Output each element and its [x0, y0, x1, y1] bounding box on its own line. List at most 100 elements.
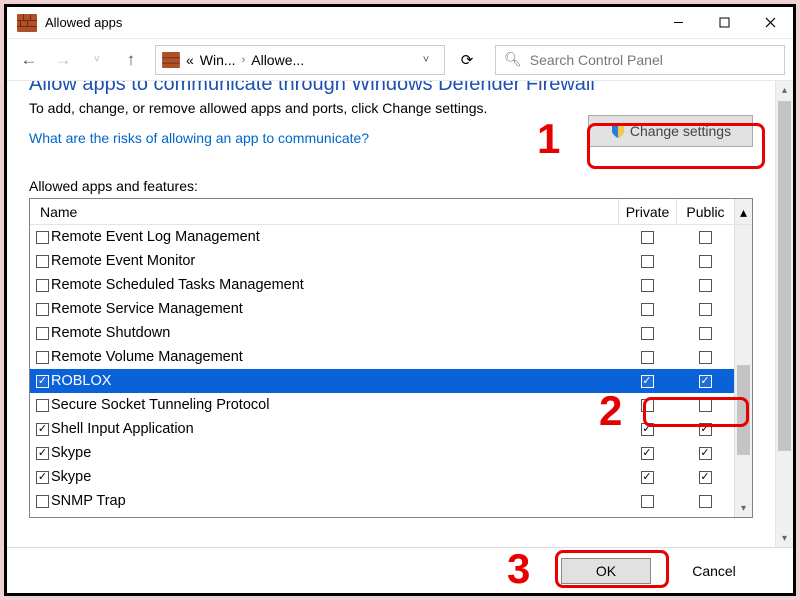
checkbox[interactable]: ✓ [36, 471, 49, 484]
table-row[interactable]: Remote Scheduled Tasks Management [30, 273, 752, 297]
checkbox[interactable] [641, 495, 654, 508]
table-row[interactable]: ✓ROBLOX✓✓ [30, 369, 752, 393]
ok-button[interactable]: OK [561, 558, 651, 584]
content-area: ▴ ▾ Allow apps to communicate through Wi… [7, 81, 793, 547]
list-scroll-down[interactable]: ▾ [735, 499, 752, 517]
minimize-button[interactable] [655, 8, 701, 38]
address-bar[interactable]: « Win... › Allowe... ˅ [155, 45, 445, 75]
checkbox[interactable]: ✓ [641, 423, 654, 436]
list-label: Allowed apps and features: [29, 178, 753, 194]
apps-listbox: Name Private Public ▴ Remote Event Log M… [29, 198, 753, 518]
checkbox[interactable]: ✓ [36, 447, 49, 460]
shield-icon [610, 123, 626, 139]
change-settings-button[interactable]: Change settings [588, 115, 753, 147]
table-row[interactable]: Remote Shutdown [30, 321, 752, 345]
app-name: Skype [51, 469, 91, 485]
checkbox[interactable]: ✓ [36, 375, 49, 388]
checkbox[interactable]: ✓ [699, 447, 712, 460]
checkbox[interactable] [641, 303, 654, 316]
up-button[interactable]: ↑ [117, 46, 145, 74]
checkbox[interactable] [699, 495, 712, 508]
page-scrollbar[interactable]: ▴ ▾ [775, 81, 793, 547]
cancel-button[interactable]: Cancel [669, 558, 759, 584]
app-name: Remote Shutdown [51, 325, 170, 341]
table-row[interactable]: ✓Shell Input Application✓✓ [30, 417, 752, 441]
checkbox[interactable]: ✓ [699, 471, 712, 484]
window-title: Allowed apps [45, 15, 655, 30]
checkbox[interactable] [699, 231, 712, 244]
checkbox[interactable] [699, 255, 712, 268]
firewall-icon [162, 52, 180, 68]
table-row[interactable]: Secure Socket Tunneling Protocol [30, 393, 752, 417]
table-row[interactable]: Remote Event Monitor [30, 249, 752, 273]
search-icon: 🔍︎ [504, 51, 522, 68]
checkbox[interactable] [699, 303, 712, 316]
checkbox[interactable]: ✓ [699, 423, 712, 436]
app-name: SNMP Trap [51, 493, 126, 509]
risk-link[interactable]: What are the risks of allowing an app to… [29, 130, 369, 146]
refresh-button[interactable]: ⟳ [451, 45, 483, 75]
checkbox[interactable] [699, 399, 712, 412]
maximize-button[interactable] [701, 8, 747, 38]
app-name: Remote Volume Management [51, 349, 243, 365]
titlebar: Allowed apps [7, 7, 793, 39]
checkbox[interactable] [641, 327, 654, 340]
checkbox[interactable] [36, 279, 49, 292]
list-scrollbar[interactable]: ▾ [734, 225, 752, 517]
checkbox[interactable]: ✓ [699, 375, 712, 388]
checkbox[interactable] [36, 351, 49, 364]
breadcrumb-seg1[interactable]: Win... [200, 52, 236, 68]
checkbox[interactable] [641, 351, 654, 364]
checkbox[interactable] [641, 279, 654, 292]
checkbox[interactable] [36, 303, 49, 316]
checkbox[interactable]: ✓ [641, 375, 654, 388]
list-scrollbar-thumb[interactable] [737, 365, 750, 455]
checkbox[interactable] [699, 327, 712, 340]
list-scroll-up[interactable]: ▴ [734, 199, 752, 224]
list-header: Name Private Public ▴ [30, 199, 752, 225]
recent-dropdown[interactable]: ˅ [83, 46, 111, 74]
checkbox[interactable] [36, 255, 49, 268]
table-row[interactable]: Remote Service Management [30, 297, 752, 321]
table-row[interactable]: Remote Event Log Management [30, 225, 752, 249]
app-name: Secure Socket Tunneling Protocol [51, 397, 269, 413]
checkbox[interactable]: ✓ [641, 471, 654, 484]
col-name[interactable]: Name [30, 204, 618, 220]
checkbox[interactable] [36, 399, 49, 412]
table-row[interactable]: Remote Volume Management [30, 345, 752, 369]
app-name: Remote Event Monitor [51, 253, 195, 269]
col-public[interactable]: Public [676, 199, 734, 224]
app-name: Remote Scheduled Tasks Management [51, 277, 304, 293]
checkbox[interactable]: ✓ [36, 423, 49, 436]
checkbox[interactable] [699, 351, 712, 364]
app-name: ROBLOX [51, 373, 111, 389]
checkbox[interactable] [641, 399, 654, 412]
checkbox[interactable] [36, 231, 49, 244]
page-heading: Allow apps to communicate through Window… [29, 81, 753, 96]
forward-button[interactable]: → [49, 46, 77, 74]
scroll-down-icon[interactable]: ▾ [776, 529, 793, 547]
app-name: Remote Event Log Management [51, 229, 260, 245]
checkbox[interactable] [36, 495, 49, 508]
page-helptext: To add, change, or remove allowed apps a… [29, 100, 753, 116]
firewall-icon [17, 14, 37, 32]
checkbox[interactable] [699, 279, 712, 292]
breadcrumb-seg2[interactable]: Allowe... [251, 52, 304, 68]
address-dropdown[interactable]: ˅ [414, 54, 438, 66]
back-button[interactable]: ← [15, 46, 43, 74]
table-row[interactable]: SNMP Trap [30, 489, 752, 513]
scroll-up-icon[interactable]: ▴ [776, 81, 793, 99]
search-input[interactable]: 🔍︎ Search Control Panel [495, 45, 785, 75]
checkbox[interactable] [641, 255, 654, 268]
checkbox[interactable] [641, 231, 654, 244]
search-placeholder: Search Control Panel [530, 52, 663, 68]
col-private[interactable]: Private [618, 199, 676, 224]
checkbox[interactable] [36, 327, 49, 340]
page-scrollbar-thumb[interactable] [778, 101, 791, 451]
table-row[interactable]: ✓Skype✓✓ [30, 441, 752, 465]
close-button[interactable] [747, 8, 793, 38]
checkbox[interactable]: ✓ [641, 447, 654, 460]
list-body: Remote Event Log Management Remote Event … [30, 225, 752, 517]
table-row[interactable]: ✓Skype✓✓ [30, 465, 752, 489]
app-name: Remote Service Management [51, 301, 243, 317]
